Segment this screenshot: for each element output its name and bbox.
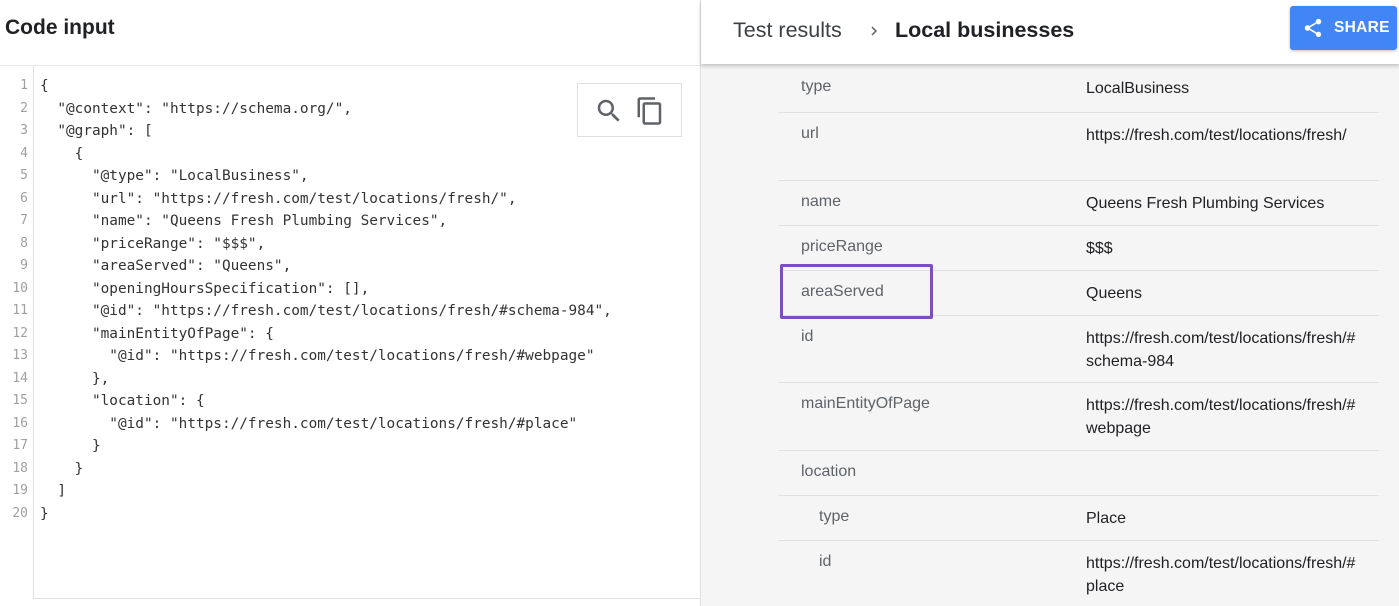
code-line[interactable]: "mainEntityOfPage": { [40, 323, 274, 346]
code-line[interactable]: "openingHoursSpecification": [], [40, 278, 369, 301]
line-number: 13 [12, 348, 28, 363]
table-row: id https://fresh.com/test/locations/fres… [779, 541, 1379, 606]
row-value: Queens Fresh Plumbing Services [1086, 195, 1325, 212]
table-row: url https://fresh.com/test/locations/fre… [779, 113, 1379, 181]
code-editor[interactable]: 1 2 3 4 5 6 7 8 9 10 11 12 13 14 15 16 1… [0, 66, 700, 599]
row-property: url [801, 125, 819, 142]
area-served-highlight [780, 264, 933, 319]
row-value: https://fresh.com/test/locations/fresh/ [1086, 127, 1347, 144]
code-line[interactable]: "@id": "https://fresh.com/test/locations… [40, 300, 612, 323]
table-row: id https://fresh.com/test/locations/fres… [779, 316, 1379, 383]
results-header: Test results Local businesses SHARE [701, 0, 1399, 64]
copy-icon [637, 97, 662, 125]
code-line[interactable]: "location": { [40, 390, 205, 413]
line-number: 5 [20, 168, 28, 183]
table-row: location [779, 451, 1379, 496]
breadcrumb-local-businesses: Local businesses [895, 18, 1075, 42]
share-button[interactable]: SHARE [1290, 6, 1397, 50]
line-number: 6 [20, 190, 28, 206]
row-value: https://fresh.com/test/locations/fresh/#… [1086, 397, 1356, 437]
table-row: mainEntityOfPage https://fresh.com/test/… [779, 383, 1379, 451]
code-input-title: Code input [5, 16, 115, 39]
code-line[interactable]: } [40, 503, 49, 526]
line-number: 14 [12, 370, 28, 386]
line-number: 11 [12, 303, 28, 318]
row-property: type [819, 508, 850, 525]
code-line[interactable]: ] [40, 480, 66, 503]
breadcrumb-test-results[interactable]: Test results [733, 18, 842, 43]
code-line[interactable]: "@type": "LocalBusiness", [40, 165, 309, 188]
table-row: name Queens Fresh Plumbing Services [779, 181, 1379, 226]
search-icon [597, 99, 620, 122]
row-property: location [801, 463, 857, 480]
code-line[interactable]: "@context": "https://schema.org/", [40, 98, 352, 121]
row-value: LocalBusiness [1086, 80, 1190, 97]
row-property: type [801, 78, 832, 95]
code-line[interactable]: "@id": "https://fresh.com/test/locations… [40, 345, 594, 368]
share-icon [1304, 18, 1322, 38]
line-number: 2 [20, 100, 28, 116]
copy-button[interactable] [635, 96, 665, 126]
code-line[interactable]: "priceRange": "$$$", [40, 233, 265, 256]
line-number: 17 [12, 438, 28, 453]
line-number: 1 [20, 78, 28, 93]
code-line[interactable]: "@graph": [ [40, 120, 152, 143]
line-number: 20 [12, 505, 28, 521]
table-row: type Place [779, 496, 1379, 541]
line-number: 12 [12, 325, 28, 341]
line-number-gutter: 1 2 3 4 5 6 7 8 9 10 11 12 13 14 15 16 1… [0, 66, 34, 599]
line-number: 8 [20, 235, 28, 251]
line-number: 3 [20, 123, 28, 138]
row-property: id [801, 328, 814, 345]
line-number: 18 [12, 460, 28, 476]
line-number: 16 [12, 415, 28, 431]
code-line[interactable]: "areaServed": "Queens", [40, 255, 291, 278]
code-line[interactable]: "name": "Queens Fresh Plumbing Services"… [40, 210, 447, 233]
code-line[interactable]: } [40, 458, 84, 481]
code-line[interactable]: { [40, 143, 84, 166]
search-button[interactable] [594, 96, 624, 126]
row-property: priceRange [801, 238, 883, 255]
results-table: type LocalBusiness url https://fresh.com… [779, 66, 1379, 606]
row-value: https://fresh.com/test/locations/fresh/#… [1086, 555, 1356, 595]
share-button-label: SHARE [1334, 19, 1390, 36]
table-row: type LocalBusiness [779, 66, 1379, 113]
line-number: 10 [12, 280, 28, 296]
code-line[interactable]: "@id": "https://fresh.com/test/locations… [40, 413, 577, 436]
row-property: name [801, 193, 842, 210]
row-value: $$$ [1086, 240, 1113, 257]
code-input-header: Code input [0, 0, 700, 66]
line-number: 15 [12, 393, 28, 408]
row-value: https://fresh.com/test/locations/fresh/#… [1086, 330, 1356, 370]
row-value: Place [1086, 510, 1127, 527]
code-line[interactable]: }, [40, 368, 109, 391]
code-line[interactable]: { [40, 75, 49, 98]
code-input-panel: Code input 1 2 3 4 5 6 7 8 9 10 11 12 13… [0, 0, 700, 606]
line-number: 4 [20, 145, 28, 161]
row-property: mainEntityOfPage [801, 395, 930, 412]
row-property: id [819, 553, 832, 570]
editor-toolbar [577, 83, 682, 137]
row-value: Queens [1086, 285, 1143, 302]
code-line[interactable]: } [40, 435, 101, 458]
line-number: 19 [12, 483, 28, 498]
line-number: 9 [20, 258, 28, 273]
line-number: 7 [20, 213, 28, 228]
chevron-right-icon [871, 26, 877, 36]
code-line[interactable]: "url": "https://fresh.com/test/locations… [40, 188, 517, 211]
